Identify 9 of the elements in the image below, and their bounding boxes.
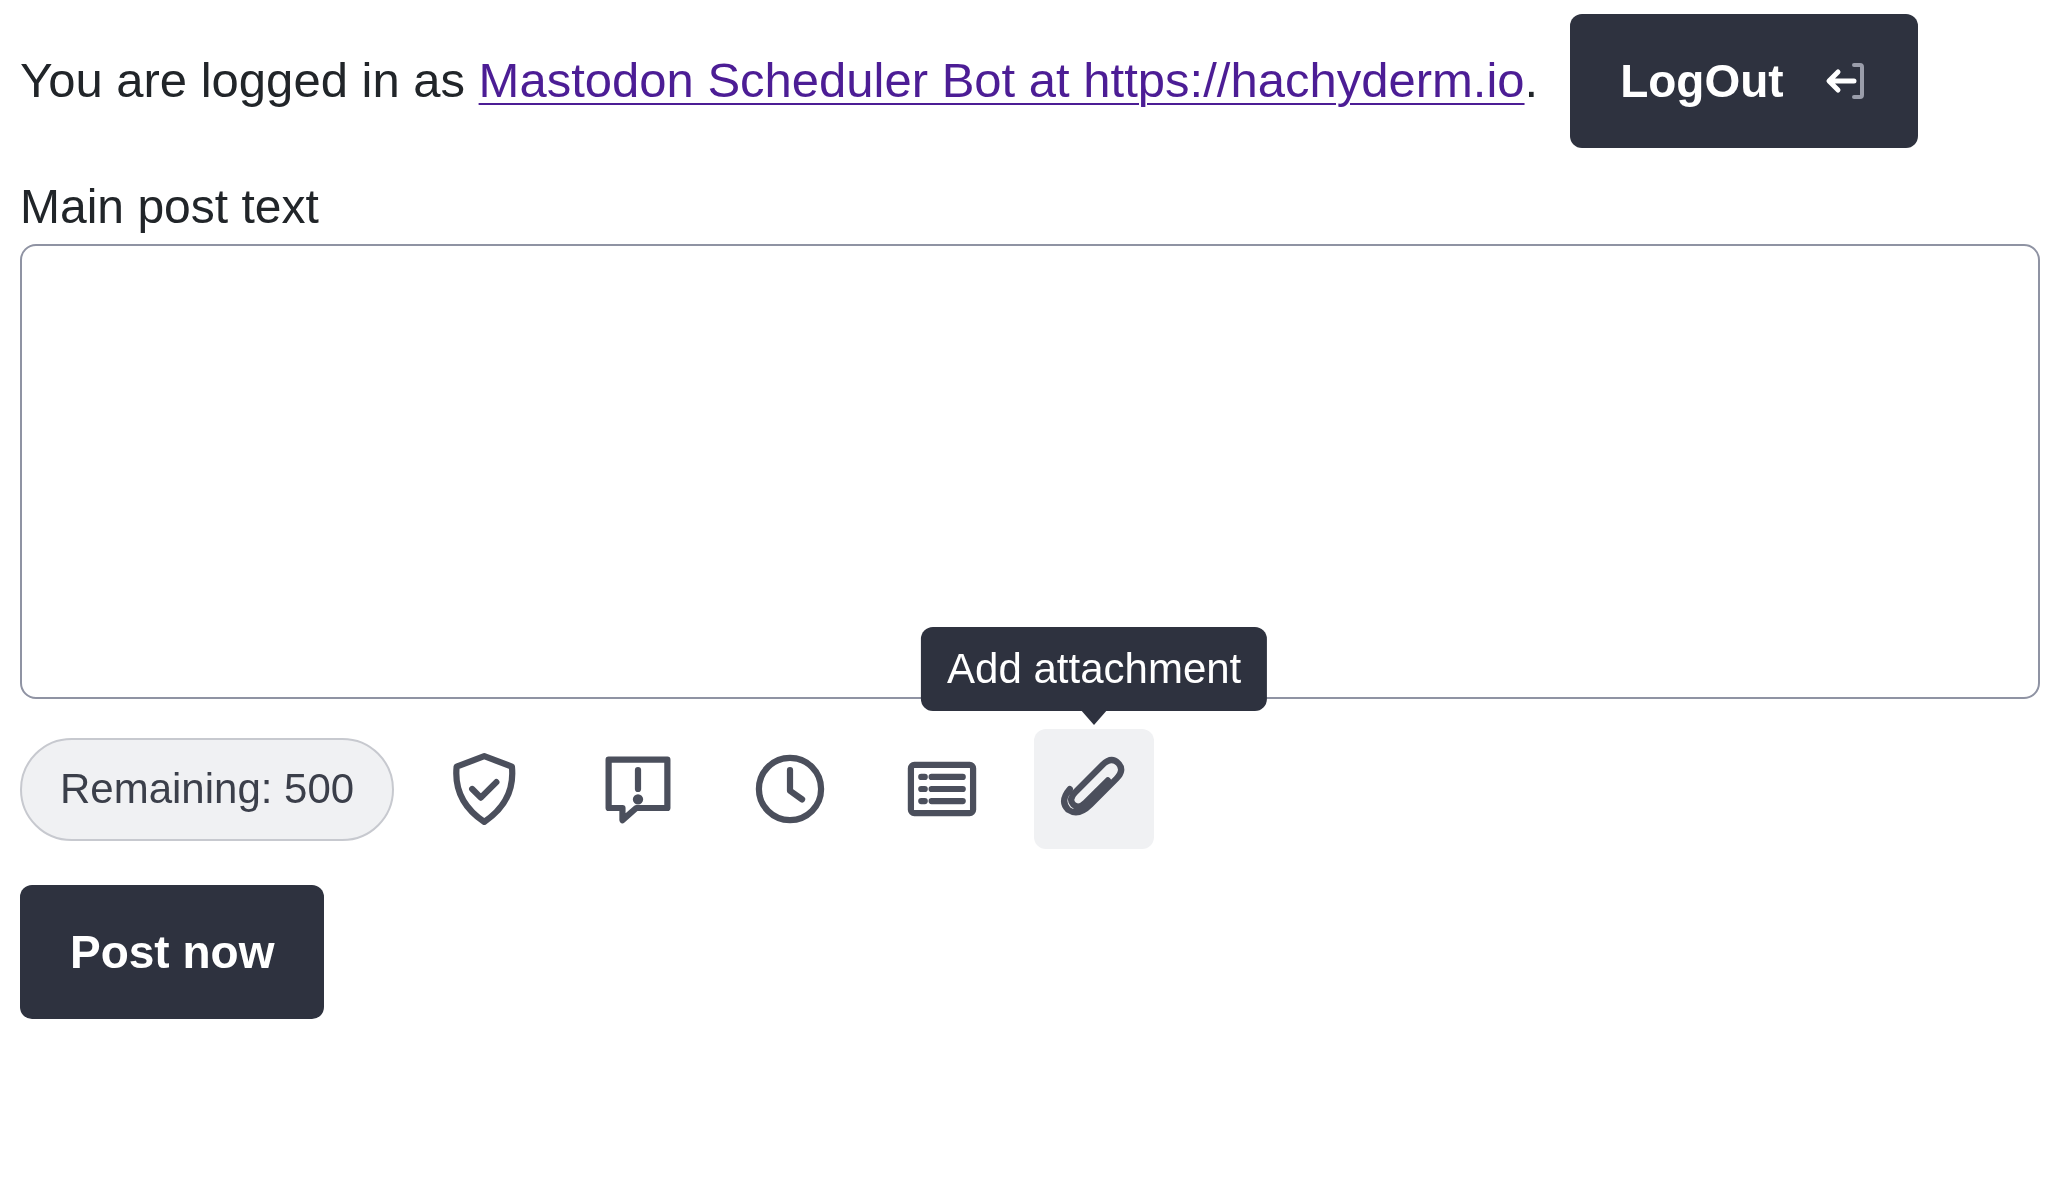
field-label: Main post text	[20, 179, 320, 235]
logout-button[interactable]: LogOut	[1570, 14, 1918, 148]
post-text-field[interactable]	[20, 244, 2040, 700]
post-now-button[interactable]: Post now	[20, 885, 325, 1020]
tooltip: Add attachment	[921, 627, 1268, 712]
login-message: You are logged in as Mastodon Scheduler Bot at https://hachyderm.io.	[20, 52, 1539, 110]
remaining-count-badge: Remaining: 500	[20, 738, 395, 841]
account-link[interactable]: Mastodon Scheduler Bot at https://hachyderm.io	[478, 53, 1525, 108]
tooltip-pointer-icon	[1080, 709, 1109, 726]
